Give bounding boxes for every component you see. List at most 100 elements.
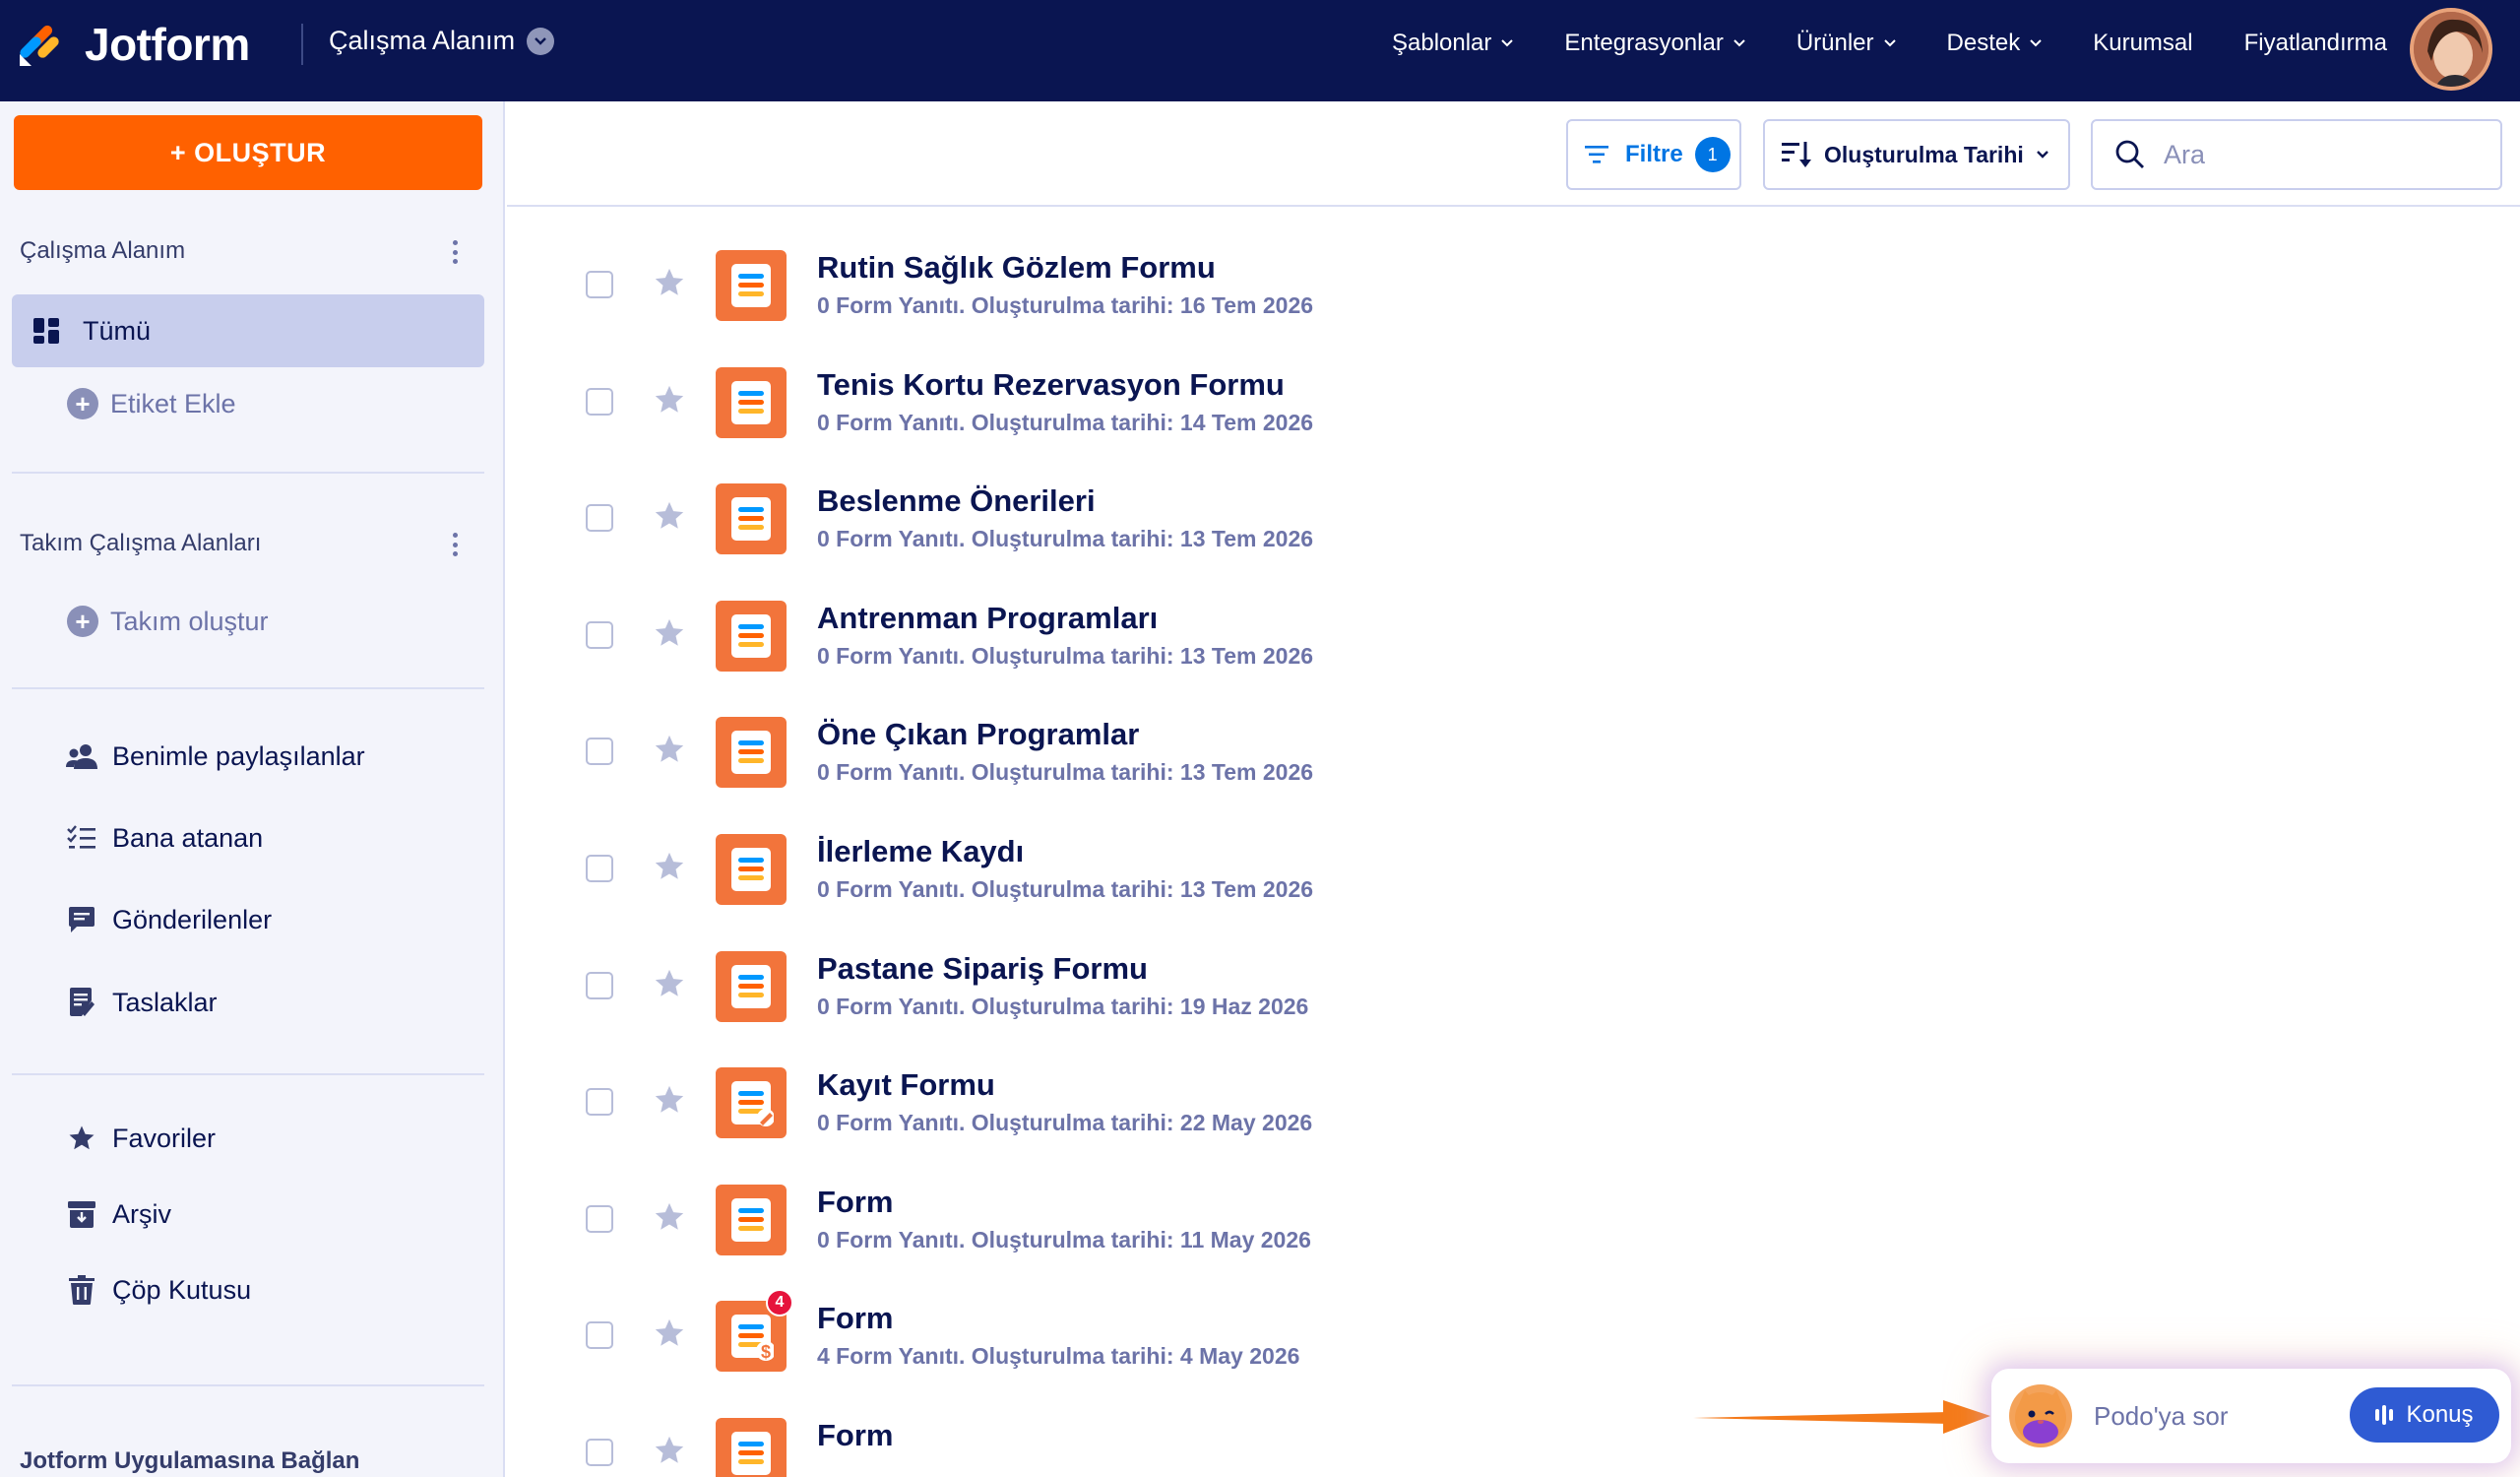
form-title[interactable]: Öne Çıkan Programlar [817,717,1139,752]
form-row[interactable]: Kayıt Formu 0 Form Yanıtı. Oluşturulma ta… [507,1014,2520,1139]
form-row[interactable]: Beslenme Önerileri 0 Form Yanıtı. Oluştur… [507,430,2520,555]
star-icon[interactable] [653,616,686,650]
form-row-checkbox[interactable] [586,504,613,533]
chevron-down-icon [527,27,555,55]
workspace-more-icon[interactable] [445,235,465,269]
connect-app-link[interactable]: Jotform Uygulamasına Bağlan [20,1447,359,1475]
star-icon[interactable] [653,1316,686,1350]
form-title[interactable]: Form [817,1418,894,1453]
sort-button[interactable]: Oluşturulma Tarihi [1763,119,2070,190]
sidebar-item-trash[interactable]: Çöp Kutusu [65,1273,251,1307]
form-row[interactable]: Öne Çıkan Programlar 0 Form Yanıtı. Oluşt… [507,664,2520,789]
sidebar-item-sent[interactable]: Gönderilenler [65,903,272,936]
podo-assistant[interactable]: Podo'ya sor Konuş [1991,1369,2511,1463]
talk-button[interactable]: Konuş [2350,1387,2499,1443]
form-title[interactable]: Antrenman Programları [817,601,1158,636]
form-row-checkbox[interactable] [586,1439,613,1466]
form-title[interactable]: İlerleme Kaydı [817,834,1024,869]
form-icon[interactable] [716,600,787,672]
star-icon[interactable] [653,850,686,883]
signature-form-icon[interactable] [716,1067,787,1139]
form-icon[interactable] [716,483,787,555]
sidebar-item-archive[interactable]: Arşiv [65,1197,171,1231]
plus-icon: + [67,388,98,419]
form-title[interactable]: Rutin Sağlık Gözlem Formu [817,250,1216,286]
form-icon[interactable] [716,834,787,905]
workspace-switcher[interactable]: Çalışma Alanım [329,26,555,56]
team-more-icon[interactable] [445,528,465,561]
form-row[interactable]: $4 Form 4 Form Yanıtı. Oluşturulma tarihi:… [507,1248,2520,1373]
form-title[interactable]: Tenis Kortu Rezervasyon Formu [817,367,1285,403]
archive-icon [65,1197,98,1231]
sidebar-item-drafts[interactable]: Taslaklar [65,986,218,1019]
create-button[interactable]: + OLUŞTUR [14,115,482,190]
podo-prompt[interactable]: Podo'ya sor [2094,1401,2229,1432]
sidebar-item-sent-label: Gönderilenler [112,904,273,934]
nav-integrations[interactable]: Entegrasyonlar [1564,30,1745,57]
star-icon[interactable] [653,266,686,299]
star-icon[interactable] [653,1083,686,1117]
form-icon[interactable] [716,366,787,438]
add-tag-button[interactable]: + Etiket Ekle [67,388,236,419]
form-title[interactable]: Form [817,1301,894,1336]
form-row[interactable]: Pastane Sipariş Formu 0 Form Yanıtı. Oluş… [507,898,2520,1022]
form-title[interactable]: Form [817,1185,894,1220]
filter-button[interactable]: Filtre 1 [1566,119,1741,190]
form-row[interactable]: Antrenman Programları 0 Form Yanıtı. Oluş… [507,547,2520,672]
workspace-switcher-label: Çalışma Alanım [329,26,516,55]
sidebar-item-favorites-label: Favoriler [112,1123,217,1153]
jotform-logo[interactable]: Jotform [18,18,250,71]
chevron-down-icon [2036,151,2048,159]
form-icon[interactable] [716,250,787,321]
sidebar-item-favorites[interactable]: Favoriler [65,1122,216,1155]
form-row-checkbox[interactable] [586,271,613,298]
form-row-checkbox[interactable] [586,1088,613,1117]
sidebar-item-trash-label: Çöp Kutusu [112,1274,252,1305]
form-row-checkbox[interactable] [586,1321,613,1350]
form-row-checkbox[interactable] [586,971,613,999]
sidebar-item-all[interactable]: Tümü [12,294,484,367]
search-input[interactable] [2164,139,2479,170]
nav-enterprise-label: Kurumsal [2093,30,2193,56]
nav-products[interactable]: Ürünler [1796,30,1896,57]
nav-enterprise[interactable]: Kurumsal [2093,30,2192,57]
star-icon[interactable] [653,499,686,533]
star-icon[interactable] [653,733,686,766]
form-title[interactable]: Beslenme Önerileri [817,483,1096,519]
sidebar: + OLUŞTUR Çalışma Alanım Tümü + Etiket E… [0,101,505,1477]
star-icon[interactable] [653,967,686,1000]
form-icon[interactable] [716,717,787,789]
form-row-checkbox[interactable] [586,387,613,416]
sidebar-item-shared-with-me[interactable]: Benimle paylaşılanlar [65,739,365,773]
form-row-checkbox[interactable] [586,620,613,649]
star-icon[interactable] [653,1434,686,1467]
draft-icon [65,986,98,1019]
user-avatar[interactable] [2410,8,2492,91]
form-row[interactable]: Rutin Sağlık Gözlem Formu 0 Form Yanıtı. … [507,209,2520,321]
list-toolbar: Filtre 1 Oluşturulma Tarihi [507,101,2520,207]
form-icon[interactable] [716,1184,787,1255]
create-team-label: Takım oluştur [110,606,269,636]
sidebar-item-assigned-to-me-label: Bana atanan [112,822,264,853]
form-row[interactable]: Form 0 Form Yanıtı. Oluşturulma tarihi: 1… [507,1131,2520,1255]
sidebar-item-assigned-to-me[interactable]: Bana atanan [65,821,263,855]
create-team-button[interactable]: + Takım oluştur [67,606,269,637]
nav-support[interactable]: Destek [1947,30,2043,57]
message-icon [65,903,98,936]
form-icon[interactable] [716,1418,787,1477]
form-row-checkbox[interactable] [586,1204,613,1233]
voice-icon [2375,1405,2396,1425]
form-row-checkbox[interactable] [586,855,613,882]
form-icon[interactable] [716,950,787,1022]
add-tag-label: Etiket Ekle [110,388,236,418]
form-title[interactable]: Kayıt Formu [817,1067,995,1103]
form-row[interactable]: Tenis Kortu Rezervasyon Formu 0 Form Yanı… [507,314,2520,438]
star-icon[interactable] [653,1200,686,1234]
form-row-checkbox[interactable] [586,738,613,766]
nav-templates[interactable]: Şablonlar [1392,30,1514,57]
form-row[interactable]: İlerleme Kaydı 0 Form Yanıtı. Oluşturulma… [507,781,2520,905]
nav-pricing[interactable]: Fiyatlandırma [2244,30,2387,57]
form-title[interactable]: Pastane Sipariş Formu [817,951,1148,987]
star-icon[interactable] [653,383,686,417]
chevron-down-icon [2030,39,2042,47]
